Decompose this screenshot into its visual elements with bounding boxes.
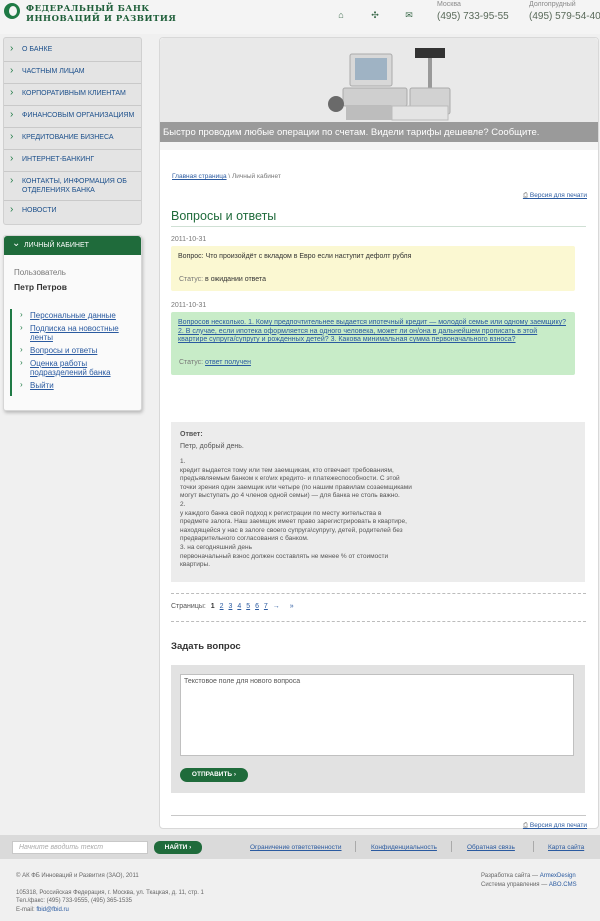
- divider: [171, 815, 586, 816]
- menu-item-financial[interactable]: ФИНАНСОВЫМ ОРГАНИЗАЦИЯМ: [4, 106, 141, 128]
- breadcrumb-home[interactable]: Главная страница: [172, 173, 227, 180]
- email-link[interactable]: fbid@fbid.ru: [36, 907, 68, 913]
- print-version-link-top[interactable]: Версия для печати: [523, 192, 587, 200]
- page-link-2[interactable]: 2: [220, 603, 224, 610]
- footer-link-sitemap[interactable]: Карта сайта: [548, 844, 584, 851]
- breadcrumb-separator: \: [228, 173, 231, 180]
- answer-body: 1. кредит выдается тому или тем заемщика…: [180, 458, 412, 569]
- page-title: Вопросы и ответы: [171, 209, 277, 223]
- page-link-5[interactable]: 5: [246, 603, 250, 610]
- email-row: E-mail: fbid@fbid.ru: [16, 906, 69, 913]
- bank-logo[interactable]: ФЕДЕРАЛЬНЫЙ БАНК ИННОВАЦИЙ И РАЗВИТИЯ: [4, 3, 176, 31]
- home-icon[interactable]: ⌂: [336, 10, 346, 20]
- print-version-link-bottom[interactable]: Версия для печати: [523, 822, 587, 830]
- sitemap-icon[interactable]: ✣: [370, 10, 380, 20]
- search-button[interactable]: НАЙТИ ›: [154, 841, 202, 854]
- logo-text-line1: ФЕДЕРАЛЬНЫЙ БАНК: [26, 4, 150, 14]
- site-header: ФЕДЕРАЛЬНЫЙ БАНК ИННОВАЦИЙ И РАЗВИТИЯ ⌂ …: [0, 0, 600, 34]
- page-link-1[interactable]: 1: [211, 603, 215, 610]
- question-date: 2011-10-31: [171, 302, 207, 309]
- cabinet-link-logout[interactable]: Выйти: [12, 380, 141, 390]
- phone-moscow: (495) 733-95-55: [437, 11, 509, 22]
- divider: [171, 621, 586, 622]
- cabinet-link-subscriptions[interactable]: Подписка на новостные ленты: [12, 323, 141, 342]
- status-value: в ожидании ответа: [205, 276, 266, 283]
- search-input[interactable]: Начните вводить текст: [12, 841, 148, 854]
- menu-item-contacts[interactable]: КОНТАКТЫ, ИНФОРМАЦИЯ ОБ ОТДЕЛЕНИЯХ БАНКА: [4, 172, 141, 201]
- developer-link[interactable]: ArmexDesign: [540, 873, 576, 879]
- page-link-7[interactable]: 7: [264, 603, 268, 610]
- answer-label: Ответ:: [180, 431, 203, 438]
- ask-question-form: Текстовое поле для нового вопроса ОТПРАВ…: [171, 665, 585, 793]
- status-value-link[interactable]: ответ получен: [205, 359, 251, 366]
- question-status: Статус: в ожидании ответа: [179, 276, 266, 283]
- breadcrumb-current: Личный кабинет: [232, 173, 281, 180]
- banner-text: Быстро проводим любые операции по счетам…: [163, 127, 540, 138]
- question-status: Статус: ответ получен: [179, 359, 251, 366]
- footer-credits: Разработка сайта — ArmexDesign Система у…: [481, 873, 577, 888]
- answer-greeting: Петр, добрый день.: [180, 443, 244, 450]
- copyright: © АК ФБ Инноваций и Развития (ЗАО), 2011: [16, 873, 139, 879]
- promo-banner: Быстро проводим любые операции по счетам…: [160, 38, 598, 150]
- menu-item-news[interactable]: НОВОСТИ: [4, 201, 141, 222]
- pagination: Страницы: 1 2 3 4 5 6 7 → »: [171, 603, 294, 610]
- cabinet-links: Персональные данные Подписка на новостны…: [4, 309, 141, 396]
- breadcrumb: Главная страница \ Личный кабинет: [172, 173, 281, 180]
- menu-item-about[interactable]: О БАНКЕ: [4, 40, 141, 62]
- logo-mark-icon: [4, 3, 20, 19]
- footer-link-feedback[interactable]: Обратная связь: [467, 844, 515, 851]
- menu-item-business-credit[interactable]: КРЕДИТОВАНИЕ БИЗНЕСА: [4, 128, 141, 150]
- cms-link[interactable]: ABO.CMS: [549, 882, 577, 888]
- cabinet-link-qa[interactable]: Вопросы и ответы: [12, 345, 141, 355]
- answer-block: Ответ: Петр, добрый день. 1. кредит выда…: [171, 422, 585, 582]
- cabinet-link-personal-data[interactable]: Персональные данные: [12, 310, 141, 320]
- main-menu: О БАНКЕ ЧАСТНЫМ ЛИЦАМ КОРПОРАТИВНЫМ КЛИЕ…: [3, 37, 142, 225]
- divider: [171, 593, 586, 594]
- question-textarea[interactable]: Текстовое поле для нового вопроса: [180, 674, 574, 756]
- menu-item-corporate[interactable]: КОРПОРАТИВНЫМ КЛИЕНТАМ: [4, 84, 141, 106]
- phones: Тел./факс: (495) 733-9555, (495) 365-153…: [16, 898, 132, 904]
- footer-link-liability[interactable]: Ограничение ответственности: [250, 844, 342, 851]
- ask-question-title: Задать вопрос: [171, 641, 241, 652]
- logo-text-line2: ИННОВАЦИЙ И РАЗВИТИЯ: [26, 14, 177, 24]
- cabinet-title[interactable]: ЛИЧНЫЙ КАБИНЕТ: [4, 236, 141, 255]
- personal-cabinet-panel: ЛИЧНЫЙ КАБИНЕТ Пользователь Петр Петров …: [3, 235, 142, 411]
- city-label-moscow: Москва: [437, 1, 461, 8]
- cabinet-link-rating[interactable]: Оценка работы подразделений банка: [12, 358, 141, 377]
- next-page-arrow[interactable]: →: [273, 603, 280, 610]
- question-text-link[interactable]: Вопросов несколько. 1. Кому предпочтител…: [178, 319, 568, 345]
- menu-item-private[interactable]: ЧАСТНЫМ ЛИЦАМ: [4, 62, 141, 84]
- page-link-6[interactable]: 6: [255, 603, 259, 610]
- address: 105318, Российская Федерация, г. Москва,…: [16, 889, 204, 896]
- main-content: Быстро проводим любые операции по счетам…: [159, 37, 599, 829]
- pagination-label: Страницы:: [171, 603, 206, 610]
- phone-dolgoprudny: (495) 579-54-40: [529, 11, 600, 22]
- footer-link-privacy[interactable]: Конфиденциальность: [371, 844, 437, 851]
- question-date: 2011-10-31: [171, 236, 207, 243]
- sidebar: О БАНКЕ ЧАСТНЫМ ЛИЦАМ КОРПОРАТИВНЫМ КЛИЕ…: [3, 37, 142, 411]
- footer-contacts: © АК ФБ Инноваций и Развития (ЗАО), 2011…: [16, 872, 204, 914]
- user-label: Пользователь: [14, 268, 66, 277]
- menu-item-internet-banking[interactable]: ИНТЕРНЕТ-БАНКИНГ: [4, 150, 141, 172]
- send-button[interactable]: ОТПРАВИТЬ ›: [180, 768, 248, 782]
- question-text: Вопрос: Что произойдёт с вкладом в Евро …: [178, 253, 412, 260]
- user-name: Петр Петров: [14, 282, 67, 292]
- page-link-3[interactable]: 3: [228, 603, 232, 610]
- page-link-4[interactable]: 4: [237, 603, 241, 610]
- question-card-answered[interactable]: Вопросов несколько. 1. Кому предпочтител…: [171, 312, 575, 375]
- city-label-dolgoprudny: Долгопрудный: [529, 1, 576, 8]
- question-card-pending: Вопрос: Что произойдёт с вкладом в Евро …: [171, 246, 575, 291]
- last-page-arrow[interactable]: »: [290, 603, 294, 610]
- mail-icon[interactable]: ✉: [404, 10, 414, 20]
